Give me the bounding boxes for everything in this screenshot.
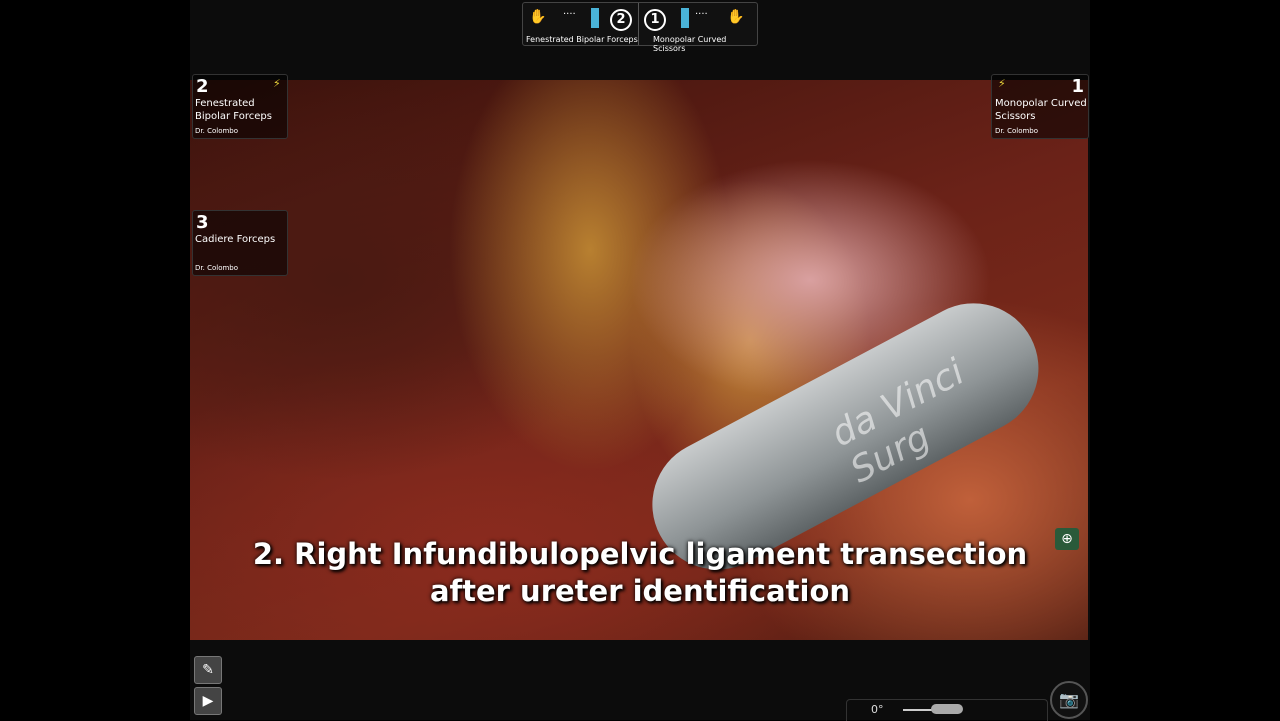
energy-icon: ⚡ — [273, 77, 281, 90]
scope-icon — [903, 709, 933, 711]
caption-line-2: after ureter identification — [429, 574, 851, 608]
camera-status-bar: 0° — [846, 699, 1048, 721]
scope-tip-icon — [931, 704, 963, 714]
instrument-status-bar: ✋ ···· 2 1 ···· ✋ Fenestrated Bipolar Fo… — [522, 2, 758, 53]
left-tool-label: Fenestrated Bipolar Forceps — [526, 35, 638, 44]
arm-number: 1 — [1071, 76, 1084, 97]
eraser-button[interactable]: ✎ — [194, 656, 222, 684]
camera-angle: 0° — [871, 703, 884, 716]
instrument-label: da Vinci Surg — [824, 351, 971, 492]
play-button[interactable]: ▶ — [194, 687, 222, 715]
left-arm-number: 2 — [610, 9, 632, 31]
video-caption: 2. Right Infundibulopelvic ligament tran… — [190, 536, 1090, 610]
network-status-icon: ⊕ — [1055, 528, 1079, 550]
arm-tool: Cadiere Forceps — [195, 234, 276, 245]
surgeon-name: Dr. Colombo — [195, 127, 239, 135]
arm-tool: Monopolar Curved Scissors — [995, 98, 1087, 122]
arm-3-panel: 3 Cadiere Forceps Dr. Colombo — [192, 210, 288, 276]
instrument-icon — [681, 8, 689, 28]
arm-1-panel: 1 ⚡ Monopolar Curved Scissors Dr. Colomb… — [991, 74, 1089, 139]
arm-number: 2 — [196, 76, 209, 97]
hand-icon: ✋ — [529, 9, 547, 25]
arm-number: 3 — [196, 212, 209, 233]
energy-icon: ⚡ — [998, 77, 1006, 90]
right-arm-number: 1 — [644, 9, 666, 31]
caption-line-1: 2. Right Infundibulopelvic ligament tran… — [252, 537, 1028, 571]
arm-tool: Fenestrated Bipolar Forceps — [195, 98, 272, 122]
dots-icon: ···· — [695, 9, 708, 20]
hand-icon: ✋ — [727, 9, 745, 25]
arm-2-panel: 2 ⚡ Fenestrated Bipolar Forceps Dr. Colo… — [192, 74, 288, 139]
right-tool-label: Monopolar Curved Scissors — [653, 35, 727, 53]
camera-icon[interactable]: 📷 — [1050, 681, 1088, 719]
surgeon-name: Dr. Colombo — [195, 264, 239, 272]
instrument-icon — [591, 8, 599, 28]
dots-icon: ···· — [563, 9, 576, 20]
surgeon-name: Dr. Colombo — [995, 127, 1039, 135]
